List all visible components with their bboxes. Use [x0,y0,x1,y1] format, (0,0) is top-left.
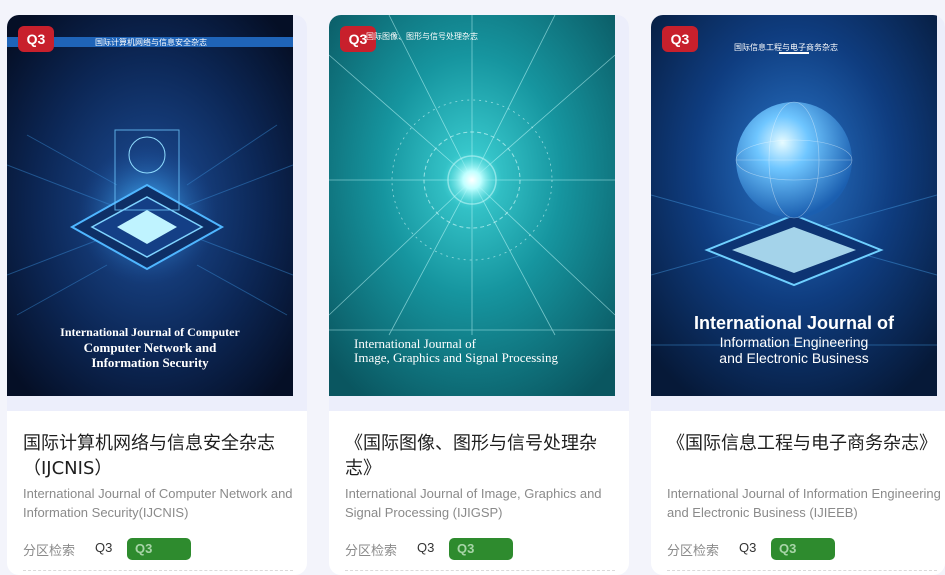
journal-title-en: International Journal of Information Eng… [667,486,941,520]
quartile-value: Q3 [95,540,113,555]
index-label: 分区检索 [667,544,720,559]
cover-en-line-2: Computer Network and [83,340,217,355]
quartile-pill: Q3 [771,538,835,560]
journal-meta-row: 分区检索 Q3 Q3 [667,538,945,560]
cover-en-line-1: International Journal of Computer [60,325,240,339]
cover-en-line-2: Information Engineering [719,334,869,350]
cover-cn-title-text: 国际图像、图形与信号处理杂志 [366,32,478,41]
quartile-pill: Q3 [127,538,191,560]
quartile-badge: Q3 [662,26,698,52]
index-label: 分区检索 [23,544,76,559]
journal-cover[interactable]: Q3 国际图像、图形与信号处理杂志 International Journal … [329,15,629,411]
journal-card-ijigsp[interactable]: Q3 国际图像、图形与信号处理杂志 International Journal … [329,15,629,575]
journal-title-cn[interactable]: 《国际图像、图形与信号处理杂志》 [345,431,620,481]
quartile-badge: Q3 [18,26,54,52]
divider [667,570,937,571]
journal-cover[interactable]: Q3 国际计算机网络与信息安全杂志 International Journal … [7,15,307,411]
quartile-value: Q3 [739,540,757,555]
cover-en-line-3: Information Security [91,355,209,370]
quartile-pill: Q3 [449,538,513,560]
cover-en-line-1: International Journal of [693,313,894,333]
journal-title-en: International Journal of Computer Networ… [23,486,293,520]
journal-card-ijieeb[interactable]: Q3 国际信息工程与电子商务杂志 International Journal o… [651,15,945,575]
quartile-value: Q3 [417,540,435,555]
index-label: 分区检索 [345,544,398,559]
journal-title-cn[interactable]: 国际计算机网络与信息安全杂志（IJCNIS） [23,431,298,481]
cover-cn-title: 国际图像、图形与信号处理杂志 [366,31,486,42]
journal-title-cn[interactable]: 《国际信息工程与电子商务杂志》 [667,431,942,456]
journal-card-ijcnis[interactable]: Q3 国际计算机网络与信息安全杂志 International Journal … [7,15,307,575]
cover-cn-title: 国际计算机网络与信息安全杂志 [95,38,207,47]
journal-title-en: International Journal of Image, Graphics… [345,486,602,520]
divider [23,570,293,571]
journal-meta-row: 分区检索 Q3 Q3 [23,538,303,560]
cover-en-line-3: and Electronic Business [719,350,869,366]
cover-cn-title: 国际信息工程与电子商务杂志 [734,43,838,52]
journal-meta-row: 分区检索 Q3 Q3 [345,538,625,560]
cover-en-line-2: Image, Graphics and Signal Processing [354,350,558,365]
divider [345,570,615,571]
journal-cover[interactable]: Q3 国际信息工程与电子商务杂志 International Journal o… [651,15,945,411]
